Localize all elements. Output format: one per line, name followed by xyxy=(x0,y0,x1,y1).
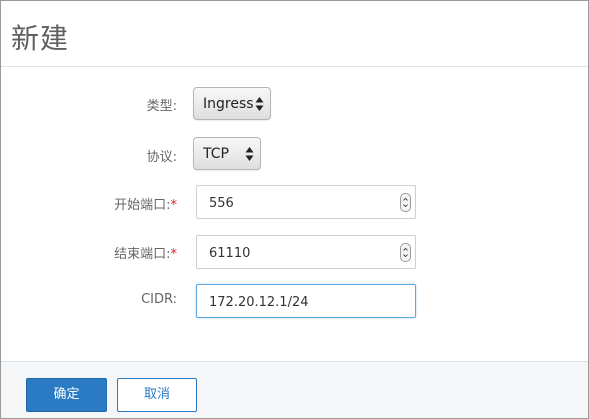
number-spinner-icon[interactable] xyxy=(400,193,411,212)
start-port-label: 开始端口:* xyxy=(1,194,177,213)
number-spinner-icon[interactable] xyxy=(400,243,411,262)
dialog-header: 新建 xyxy=(1,1,588,67)
select-arrows-icon xyxy=(255,97,264,111)
dialog-footer: 确定 取消 xyxy=(1,361,588,418)
end-port-label: 结束端口:* xyxy=(1,243,177,262)
protocol-select[interactable]: TCP xyxy=(193,137,261,170)
type-select-value: Ingress xyxy=(203,96,254,112)
new-rule-dialog: 新建 类型: Ingress 协议: TCP 开始端口:* 556 结束端口:*… xyxy=(0,0,589,419)
end-port-value: 61110 xyxy=(209,246,251,261)
cidr-input[interactable]: 172.20.12.1/24 xyxy=(196,284,416,318)
protocol-label: 协议: xyxy=(146,150,177,165)
cidr-label: CIDR: xyxy=(141,292,177,307)
end-port-input[interactable]: 61110 xyxy=(196,235,416,269)
end-port-label-text: 结束端口: xyxy=(114,247,171,262)
type-label: 类型: xyxy=(146,99,177,114)
dialog-title: 新建 xyxy=(11,22,70,55)
required-mark: * xyxy=(170,247,178,262)
required-mark: * xyxy=(170,198,178,213)
start-port-label-text: 开始端口: xyxy=(114,198,171,213)
protocol-select-value: TCP xyxy=(203,146,229,162)
cancel-button[interactable]: 取消 xyxy=(117,378,197,412)
confirm-button[interactable]: 确定 xyxy=(26,378,107,412)
start-port-value: 556 xyxy=(209,196,234,211)
cidr-value: 172.20.12.1/24 xyxy=(209,295,309,310)
select-arrows-icon xyxy=(245,147,254,161)
type-select[interactable]: Ingress xyxy=(193,87,271,120)
start-port-input[interactable]: 556 xyxy=(196,185,416,219)
